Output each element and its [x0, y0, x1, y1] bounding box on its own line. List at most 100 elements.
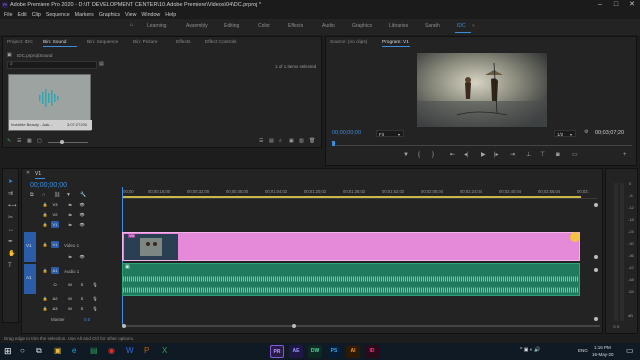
zoom-slider[interactable]	[48, 142, 88, 143]
windows-start-icon[interactable]: ⊞	[4, 346, 12, 357]
solo-a1[interactable]: S	[78, 281, 86, 288]
menu-markers[interactable]: Markers	[75, 12, 94, 18]
workspace-learning[interactable]: Learning	[147, 23, 166, 29]
button-editor-icon[interactable]: +	[623, 152, 627, 158]
sequence-tab[interactable]: V1	[35, 171, 41, 177]
workspace-audio[interactable]: Audio	[322, 23, 335, 29]
illustrator-taskbar-icon[interactable]: AI	[346, 345, 360, 358]
clock-time[interactable]: 1:16 PM	[594, 345, 611, 350]
master-value[interactable]: 0.0	[84, 317, 90, 322]
go-to-in-icon[interactable]: ⇤	[450, 152, 455, 158]
menu-graphics[interactable]: Graphics	[99, 12, 120, 18]
fit-dropdown[interactable]: Fit ▾	[376, 130, 404, 137]
scroll-handle-left[interactable]	[122, 324, 126, 328]
eye-icon[interactable]: 👁	[78, 221, 86, 228]
lift-icon[interactable]: ⊥	[526, 152, 531, 158]
edge-browser-icon[interactable]: e	[72, 346, 76, 355]
menu-sequence[interactable]: Sequence	[46, 12, 70, 18]
vertical-scroll-handle-bottom[interactable]	[594, 317, 598, 321]
freeform-view-icon[interactable]: ▢	[37, 139, 42, 144]
mute-a1[interactable]: M	[66, 281, 74, 288]
language-indicator[interactable]: ENG	[578, 348, 588, 353]
snap-icon[interactable]: ∩	[42, 193, 46, 198]
selection-tool-icon[interactable]: ➤	[8, 179, 13, 185]
trash-icon[interactable]: 🗑	[309, 139, 315, 144]
eye-icon[interactable]: 👁	[78, 253, 86, 260]
meter-solo-buttons[interactable]: S S	[613, 324, 619, 329]
resolution-dropdown[interactable]: 1/2 ▾	[554, 130, 576, 137]
slip-tool-icon[interactable]: ↔	[8, 227, 14, 233]
razor-tool-icon[interactable]: ✂	[8, 215, 13, 221]
lock-icon[interactable]: 🔒	[41, 211, 49, 218]
track-select-tool-icon[interactable]: ⇉	[8, 191, 13, 197]
workspace-libraries[interactable]: Libraries	[389, 23, 408, 29]
workspace-graphics[interactable]: Graphics	[352, 23, 372, 29]
new-bin-icon[interactable]: ▤	[99, 62, 104, 67]
minimize-button[interactable]: –	[592, 0, 608, 10]
close-button[interactable]: ✕	[624, 0, 640, 10]
time-ruler[interactable]: :00;00 00;00;16;00 00;00;32;00 00;00;48;…	[122, 187, 597, 199]
track-label-v1[interactable]: V1	[51, 221, 59, 228]
find-icon[interactable]: ⌕	[279, 139, 282, 144]
tab-effects[interactable]: Effects	[176, 40, 191, 45]
search-input[interactable]: ⌕	[7, 61, 97, 69]
lock-icon[interactable]: 🔒	[41, 295, 49, 302]
folder-up-icon[interactable]: ▣	[7, 53, 12, 58]
mute-a2[interactable]: M	[66, 295, 74, 302]
menu-file[interactable]: File	[4, 12, 13, 18]
vertical-scroll-handle-mid[interactable]	[594, 255, 598, 259]
microphone-icon[interactable]: 🎙	[91, 305, 99, 312]
work-area-bar[interactable]	[122, 196, 581, 198]
sort-icon[interactable]: ☰	[259, 139, 263, 144]
microphone-icon[interactable]: 🎙	[91, 295, 99, 302]
tab-source[interactable]: Source: (no clips)	[330, 40, 367, 45]
source-patch-a1[interactable]: A1	[24, 264, 36, 294]
track-label-a2[interactable]: A2	[51, 295, 59, 302]
sync-lock-icon[interactable]: ⇆	[66, 253, 74, 260]
timeline-timecode[interactable]: 00;00;00;00	[30, 182, 67, 189]
tab-effect-controls[interactable]: Effect Controls	[205, 40, 236, 45]
file-explorer-icon[interactable]: ▣	[54, 346, 62, 355]
play-icon[interactable]: ▶	[481, 152, 486, 158]
go-to-out-icon[interactable]: ⇥	[510, 152, 515, 158]
tab-bin-sound[interactable]: Bin: Sound	[43, 40, 66, 45]
source-patch-v1[interactable]: V1	[24, 232, 36, 262]
add-marker-timeline-icon[interactable]: ▼	[66, 193, 71, 198]
eye-icon[interactable]: 👁	[78, 201, 86, 208]
video-clip-v1[interactable]: Vid	[122, 232, 580, 261]
workspace-overflow-icon[interactable]: »	[472, 23, 475, 29]
menu-clip[interactable]: Clip	[32, 12, 41, 18]
new-item-icon[interactable]: ▥	[299, 139, 304, 144]
list-view-icon[interactable]: ☰	[17, 139, 21, 144]
add-marker-icon[interactable]: ▼	[403, 152, 409, 158]
workspace-color[interactable]: Color	[258, 23, 270, 29]
premiere-taskbar-icon[interactable]: PR	[270, 345, 284, 358]
mute-a3[interactable]: M	[66, 305, 74, 312]
track-label-v3[interactable]: V3	[51, 201, 59, 208]
type-tool-icon[interactable]: T	[8, 263, 12, 269]
pen-tool-icon[interactable]: ✒	[8, 239, 13, 245]
microphone-icon[interactable]: 🎙	[91, 281, 99, 288]
automate-icon[interactable]: ▤	[269, 139, 274, 144]
mark-in-icon[interactable]: {	[418, 152, 420, 158]
program-playhead[interactable]	[332, 141, 335, 146]
zoom-slider-handle[interactable]	[60, 140, 64, 144]
spreadsheet-app-icon[interactable]: ▤	[90, 346, 98, 355]
menu-help[interactable]: Help	[165, 12, 176, 18]
extract-icon[interactable]: ⊤	[540, 152, 545, 158]
menu-edit[interactable]: Edit	[18, 12, 27, 18]
export-frame-icon[interactable]: ◙	[556, 152, 560, 158]
step-back-icon[interactable]: ◂|	[464, 152, 469, 158]
clock-date[interactable]: 16-May-20	[592, 352, 614, 357]
indesign-taskbar-icon[interactable]: ID	[365, 345, 379, 358]
tab-program[interactable]: Program: V1	[382, 40, 409, 45]
lock-icon[interactable]: 🔒	[41, 221, 49, 228]
workspace-effects[interactable]: Effects	[288, 23, 303, 29]
home-icon[interactable]: ⌂	[130, 23, 133, 28]
workspace-idc[interactable]: IDC	[457, 23, 466, 29]
tab-bin-sequence[interactable]: Bin: Sequence	[87, 40, 118, 45]
audio-clip-a1[interactable]: ▣	[122, 263, 580, 296]
program-scrub-bar[interactable]	[332, 141, 632, 146]
pencil-icon[interactable]: ✎	[7, 139, 11, 144]
vertical-scroll-handle-top[interactable]	[594, 203, 598, 207]
